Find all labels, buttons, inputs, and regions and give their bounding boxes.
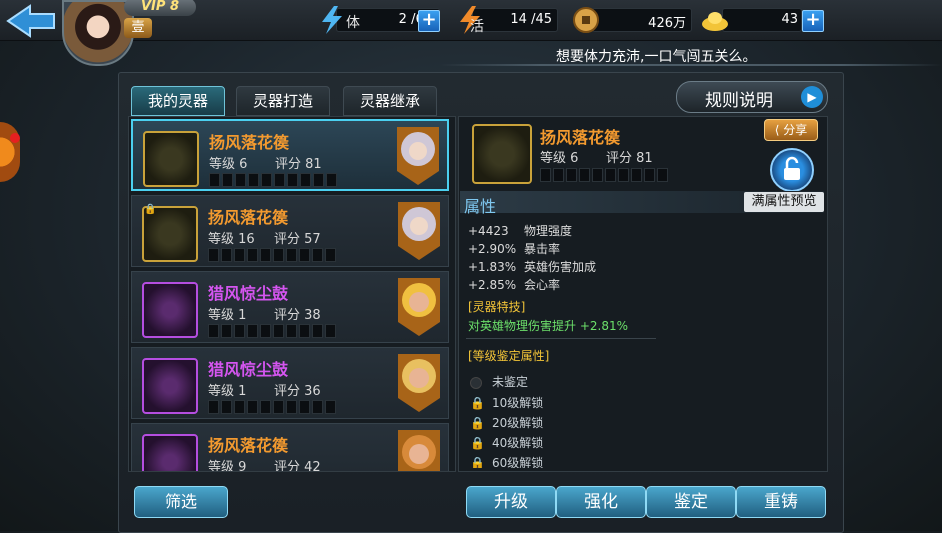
recast-button[interactable]: 重铸 [736,486,826,518]
gold-ingot-icon [702,12,728,31]
coins-value: 426万 [648,16,686,31]
stamina-resource: 体 2 /60 + [316,6,440,34]
stat-row: +2.90% 暴击率 [468,242,561,256]
notification-dot [10,133,20,143]
lock-icon: 🔒 [470,456,485,468]
vip-badge[interactable]: VIP 8 [124,0,196,16]
tab-inherit[interactable]: 灵器继承 [343,86,437,116]
stat-row: +1.83% 英雄伤害加成 [468,260,597,274]
grade-attributes-title: [等级鉴定属性] [468,349,550,363]
attributes-title: 属性 [464,197,497,216]
lightning-icon [322,6,342,34]
list-item[interactable]: 猎风惊尘鼓 等级 1 评分 38 [131,271,449,343]
hero-portrait-icon [398,278,440,336]
grade-row: 🔒 60级解锁 [470,456,544,468]
divider [466,338,656,339]
harp-artifact-icon [142,434,198,471]
filter-button[interactable]: 筛选 [134,486,228,518]
star-slots [540,168,668,182]
list-item[interactable]: 扬风落花篌 等级 6 评分 81 [131,119,449,191]
special-skill-text: 对英雄物理伤害提升 +2.81% [468,319,628,333]
special-skill-title: [灵器特技] [468,300,526,314]
lock-toggle-button[interactable] [770,148,814,192]
list-item[interactable]: 猎风惊尘鼓 等级 1 评分 36 [131,347,449,419]
enhance-button[interactable]: 强化 [556,486,646,518]
unlock-icon [784,156,800,180]
side-menu-handle[interactable] [0,122,20,182]
drum-artifact-icon [142,282,198,338]
harp-artifact-icon [143,131,199,187]
back-button[interactable] [4,2,58,40]
empty-dot-icon [470,376,482,389]
hero-portrait-icon [397,127,439,185]
detail-score: 评分 81 [606,151,653,166]
harp-artifact-icon [472,124,532,184]
back-arrow-icon [6,4,55,38]
stat-row: +4423 物理强度 [468,224,573,238]
detail-level: 等级 6 [540,151,579,166]
tab-my-artifacts[interactable]: 我的灵器 [131,86,225,116]
vitality-resource: 活 14 /45 [454,6,558,35]
star-slots [209,173,337,187]
artifact-list[interactable]: 扬风落花篌 等级 6 评分 81 🔒 扬风落花篌 等级 16 评分 57 猎风惊… [128,116,456,472]
coin-icon [573,7,599,33]
coins-resource: 426万 [572,7,692,33]
hero-portrait-icon [398,430,440,471]
rank-badge: 壹 [124,18,152,38]
detail-name: 扬风落花篌 [540,128,621,147]
grade-row-unidentified: 未鉴定 [470,373,528,390]
upgrade-button[interactable]: 升级 [466,486,556,518]
rules-button[interactable]: 规则说明 ▶ [676,81,828,113]
star-slots [208,400,336,414]
ingots-resource: 43 + [700,8,824,32]
grade-row: 🔒 20级解锁 [470,416,544,430]
share-icon: ⟨ [774,123,784,137]
tab-forge[interactable]: 灵器打造 [236,86,330,116]
share-button[interactable]: ⟨ 分享 [764,119,818,141]
grade-row: 🔒 40级解锁 [470,436,544,450]
list-item[interactable]: 扬风落花篌 等级 9 评分 42 [131,423,449,471]
vitality-value: 14 /45 [510,12,552,27]
stat-row: +2.85% 会心率 [468,278,561,292]
hero-portrait-icon [398,354,440,412]
ingots-add-button[interactable]: + [802,10,824,32]
grade-row: 🔒 10级解锁 [470,396,544,410]
ingots-value: 43 [781,12,798,27]
list-item[interactable]: 🔒 扬风落花篌 等级 16 评分 57 [131,195,449,267]
lock-icon: 🔒 [470,436,485,450]
lock-icon: 🔒 [470,396,485,410]
tip-message: 想要体力充沛,一口气闯五关么。 [556,49,757,65]
stamina-add-button[interactable]: + [418,10,440,32]
lock-icon: 🔒 [470,416,485,430]
full-attributes-preview-button[interactable]: 满属性预览 [744,192,824,212]
star-slots [208,248,336,262]
hero-portrait-icon [398,202,440,260]
tip-divider [440,64,942,66]
star-slots [208,324,336,338]
lock-icon: 🔒 [144,204,157,215]
identify-button[interactable]: 鉴定 [646,486,736,518]
play-arrow-icon: ▶ [801,86,823,108]
drum-artifact-icon [142,358,198,414]
